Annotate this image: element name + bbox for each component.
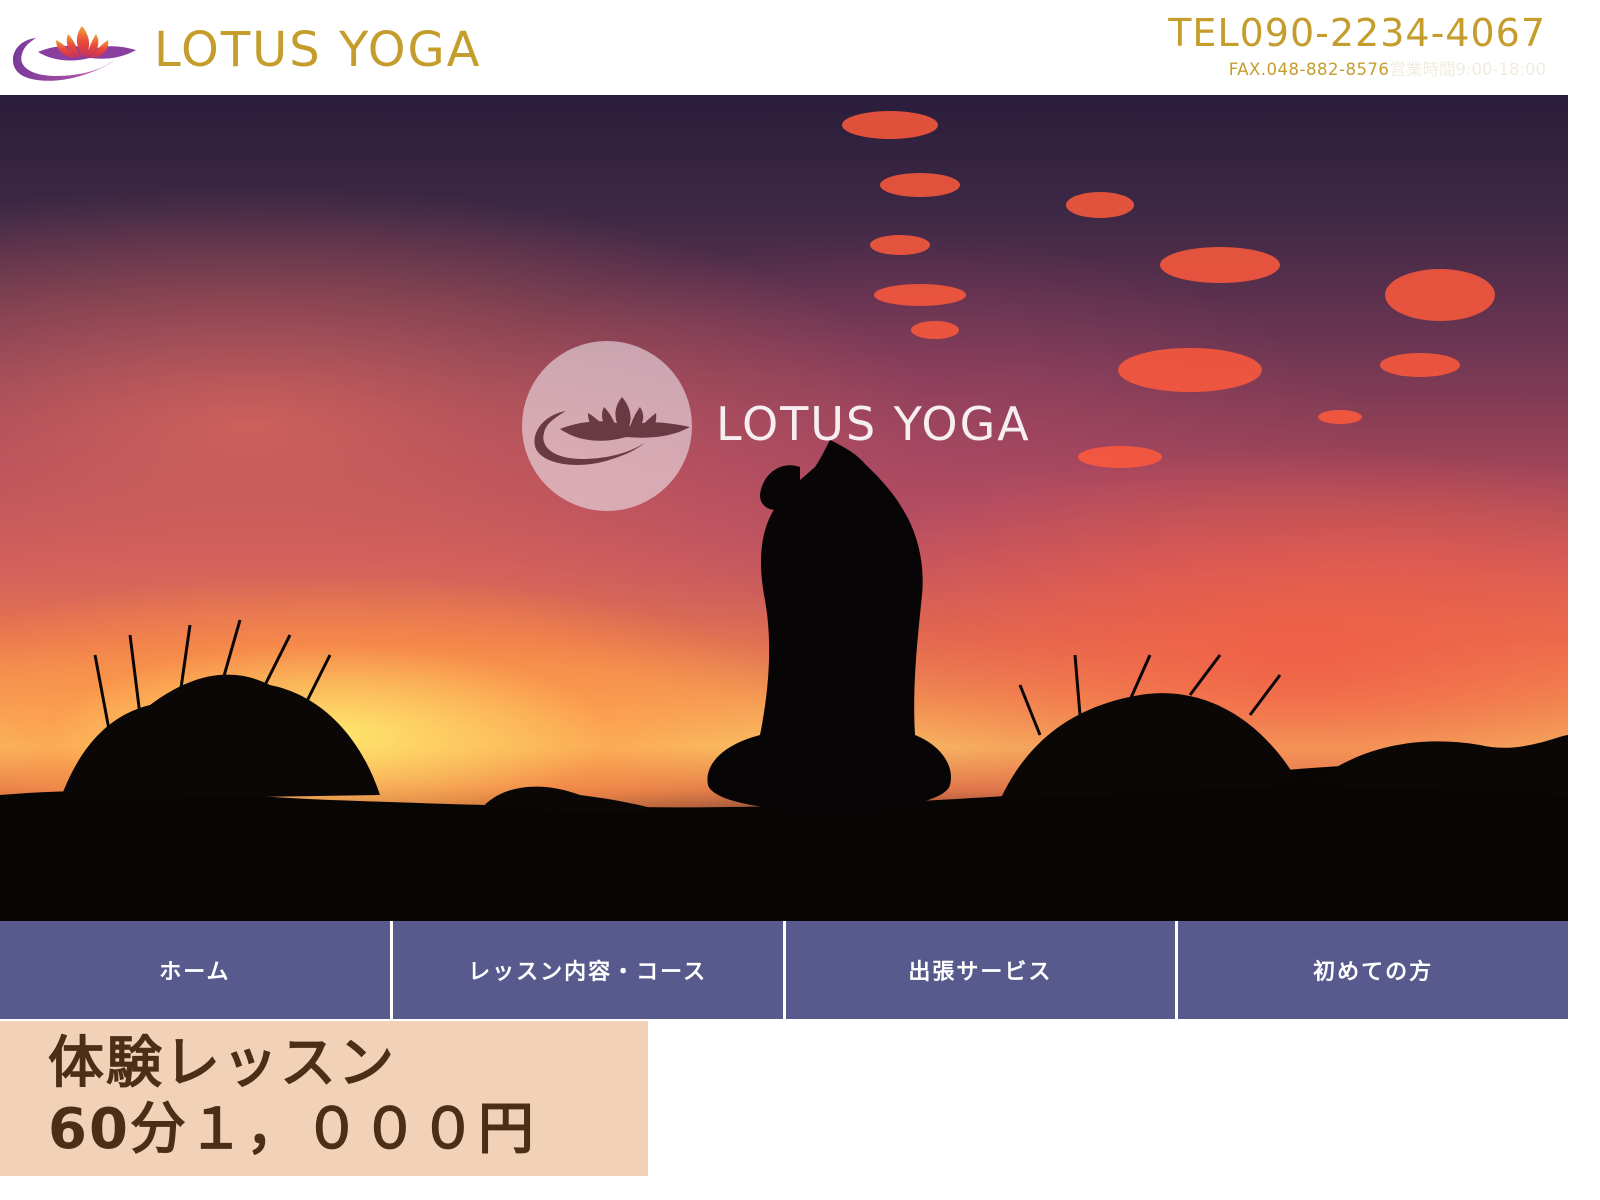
fax-hours-line: FAX.048-882-8576営業時間9:00-18:00	[1106, 60, 1546, 79]
hero-image	[0, 111, 1568, 921]
nav-item-lessons[interactable]: レッスン内容・コース	[392, 921, 783, 1019]
trial-lesson-promo[interactable]: 体験レッスン 60分１，０００円	[0, 1021, 648, 1176]
bush-right	[1000, 654, 1568, 800]
yoga-figure-silhouette	[707, 440, 951, 811]
brand-logo-link[interactable]: LOTUS YOGA	[10, 14, 480, 86]
phone-number[interactable]: TEL090-2234-4067	[1106, 14, 1546, 52]
hero-banner: LOTUS YOGA	[0, 95, 1568, 921]
promo-price: 60分１，０００円	[48, 1097, 536, 1162]
nav-item-visit-service[interactable]: 出張サービス	[785, 921, 1176, 1019]
lotus-logo-icon	[534, 397, 690, 465]
main-nav: ホーム レッスン内容・コース 出張サービス 初めての方	[0, 921, 1568, 1019]
business-hours: 営業時間9:00-18:00	[1389, 60, 1546, 79]
promo-title: 体験レッスン	[48, 1031, 396, 1096]
fax-number: FAX.048-882-8576	[1228, 60, 1390, 79]
contact-info: TEL090-2234-4067 FAX.048-882-8576営業時間9:0…	[1106, 14, 1546, 79]
hero-logo-text: LOTUS YOGA	[716, 397, 1031, 451]
page: LOTUS YOGA TEL090-2234-4067 FAX.048-882-…	[0, 0, 1568, 1176]
lotus-logo-icon	[12, 26, 136, 81]
phone-number-value: 090-2234-4067	[1239, 11, 1546, 55]
site-header: LOTUS YOGA TEL090-2234-4067 FAX.048-882-…	[0, 0, 1568, 95]
bush-left	[60, 619, 660, 811]
brand-name: LOTUS YOGA	[154, 22, 482, 78]
phone-prefix: TEL	[1168, 11, 1240, 55]
nav-item-home[interactable]: ホーム	[0, 921, 390, 1019]
nav-item-beginners[interactable]: 初めての方	[1178, 921, 1568, 1019]
